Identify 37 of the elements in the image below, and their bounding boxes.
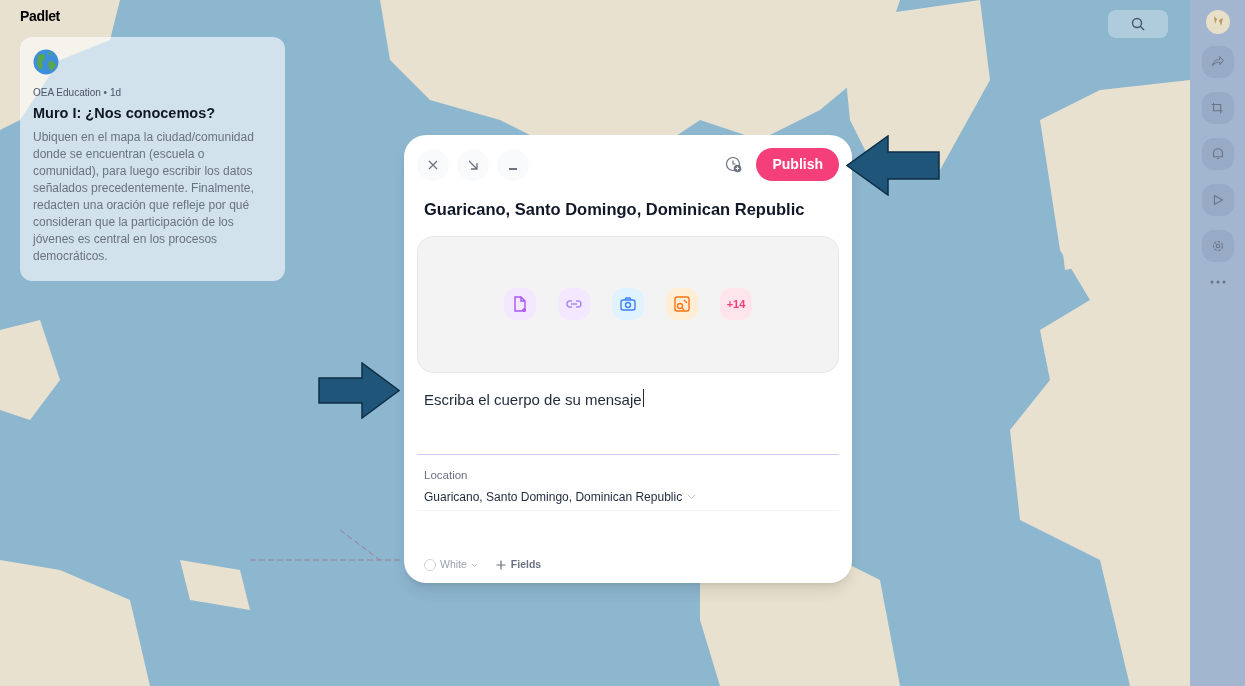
link-attachment-button[interactable] bbox=[558, 288, 590, 321]
location-select[interactable]: Guaricano, Santo Domingo, Dominican Republic bbox=[417, 484, 839, 511]
image-search-attachment-button[interactable] bbox=[666, 288, 698, 321]
minimize-icon bbox=[509, 168, 517, 170]
arrow-down-right-icon bbox=[467, 158, 479, 171]
camera-icon bbox=[619, 295, 637, 314]
wall-description: Ubiquen en el mapa la ciudad/comunidad donde se encuentran (escuela o comunidad), para luego escribir los datos señalados precedentemente. Finalmente, redacten una oración que refleje por qué consideran que la participación de los jóvenes es central en los procesos democráticos. bbox=[33, 128, 255, 265]
remake-button[interactable] bbox=[1201, 92, 1234, 124]
author-meta: OEA Education • 1d bbox=[33, 86, 122, 100]
share-button[interactable] bbox=[1201, 46, 1234, 78]
close-icon bbox=[427, 158, 439, 171]
expand-button[interactable] bbox=[457, 148, 489, 181]
minimize-button[interactable] bbox=[497, 148, 529, 181]
chevron-down-icon bbox=[470, 562, 478, 568]
search-button[interactable] bbox=[1108, 10, 1168, 38]
chevron-down-icon bbox=[687, 494, 697, 500]
camera-attachment-button[interactable] bbox=[612, 288, 644, 321]
post-title[interactable]: Guaricano, Santo Domingo, Dominican Republic bbox=[417, 197, 839, 222]
upload-attachment-button[interactable] bbox=[504, 288, 536, 321]
bell-button[interactable] bbox=[1201, 138, 1234, 170]
user-avatar[interactable] bbox=[1205, 10, 1230, 34]
publish-button[interactable]: Publish bbox=[756, 148, 839, 181]
body-field[interactable]: Escriba el cuerpo de su mensaje bbox=[417, 384, 839, 455]
more-icon[interactable] bbox=[1209, 280, 1226, 284]
image-search-icon bbox=[673, 295, 691, 314]
globe-icon bbox=[33, 49, 59, 75]
plus-icon bbox=[495, 560, 506, 571]
search-icon bbox=[1131, 17, 1145, 31]
location-label: Location bbox=[423, 467, 469, 483]
wall-title: Muro I: ¿Nos conocemos? bbox=[33, 104, 217, 123]
settings-button[interactable] bbox=[1201, 230, 1234, 262]
add-fields-button[interactable]: Fields bbox=[495, 557, 542, 573]
clock-add-icon[interactable] bbox=[725, 156, 743, 173]
close-button[interactable] bbox=[417, 148, 449, 181]
brand-logo[interactable]: Padlet bbox=[20, 6, 1170, 27]
play-button[interactable] bbox=[1201, 184, 1234, 216]
file-add-icon bbox=[511, 295, 529, 314]
